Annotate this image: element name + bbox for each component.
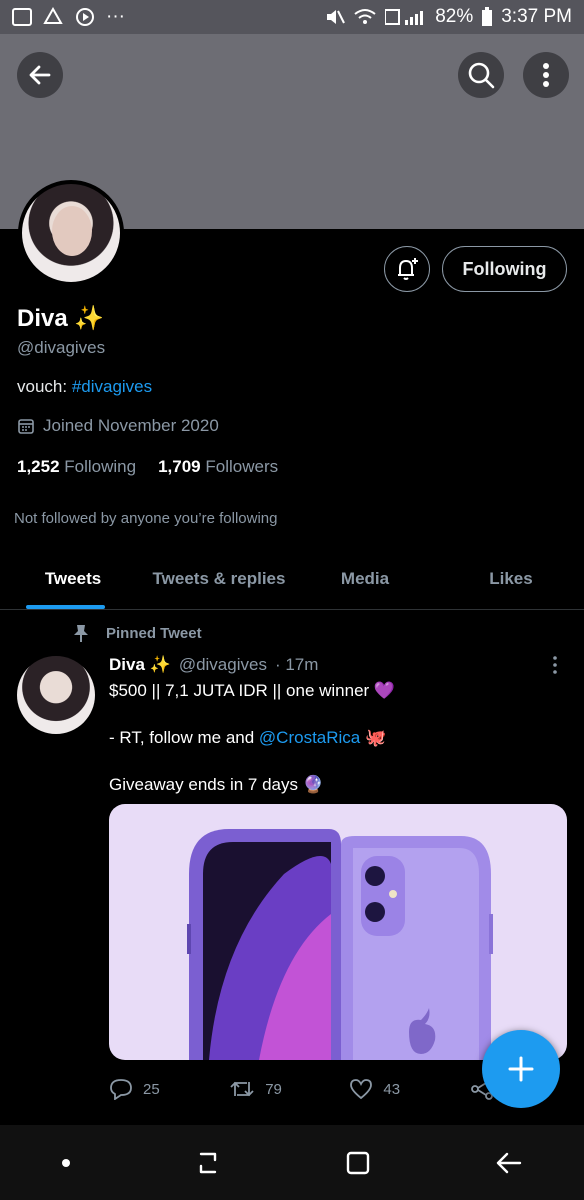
clock: 3:37 PM — [501, 6, 572, 27]
reply-icon — [110, 1079, 132, 1100]
tweet-author-handle[interactable]: @divagives — [179, 655, 267, 675]
battery-icon — [482, 7, 493, 26]
home-icon[interactable] — [343, 1148, 373, 1178]
recent-apps-icon[interactable] — [193, 1148, 223, 1178]
back-button[interactable] — [17, 52, 63, 98]
like-button[interactable]: 43 — [349, 1078, 469, 1100]
tweet-text-line-2: - RT, follow me and @CrostaRica 🐙 — [109, 728, 386, 748]
bio-text: vouch: — [17, 377, 72, 396]
battery-percent: 82% — [435, 6, 474, 27]
search-icon — [468, 62, 495, 89]
tweet-text-line-3: Giveaway ends in 7 days 🔮 — [109, 775, 324, 794]
following-label: Following — [64, 457, 137, 476]
bell-plus-icon — [398, 258, 418, 280]
pinned-text: Pinned Tweet — [106, 624, 202, 642]
pinned-label: Pinned Tweet — [72, 623, 202, 643]
tweet-more-icon[interactable] — [547, 655, 563, 675]
more-vertical-icon — [543, 63, 549, 87]
compose-tweet-button[interactable] — [482, 1030, 560, 1108]
tab-tweets-replies[interactable]: Tweets & replies — [146, 548, 292, 609]
tab-likes[interactable]: Likes — [438, 548, 584, 609]
tab-tweets[interactable]: Tweets — [0, 548, 146, 609]
status-right: 82% 3:37 PM — [325, 6, 572, 28]
followers-label: Followers — [205, 457, 279, 476]
profile-handle: @divagives — [17, 338, 106, 357]
back-nav-icon[interactable] — [494, 1148, 524, 1178]
follow-counts: 1,252 Following 1,709 Followers — [17, 457, 278, 477]
retweet-icon — [230, 1081, 254, 1097]
tweet-text-suffix: 🐙 — [360, 728, 387, 747]
status-left-icons: ··· — [12, 6, 125, 28]
tweet-author-name[interactable]: Diva ✨ — [109, 655, 171, 675]
profile-bio: vouch: #divagives — [17, 377, 152, 397]
system-nav-bar — [0, 1125, 584, 1200]
bio-hashtag[interactable]: #divagives — [72, 377, 152, 396]
mute-icon — [327, 10, 346, 24]
profile-tabs: Tweets Tweets & replies Media Likes — [0, 548, 584, 610]
signal-icon — [385, 9, 424, 25]
tweet-actions: 25 79 43 — [109, 1078, 509, 1100]
profile-name: Diva ✨ — [17, 305, 105, 332]
tweet-author-avatar[interactable] — [17, 656, 95, 734]
tab-media[interactable]: Media — [292, 548, 438, 609]
followers-count: 1,709 — [158, 457, 201, 476]
play-icon — [76, 8, 94, 26]
recycle-icon — [43, 7, 63, 24]
heart-icon — [350, 1079, 373, 1100]
wifi-icon — [354, 9, 376, 24]
following-count: 1,252 — [17, 457, 60, 476]
joined-text: Joined November 2020 — [43, 416, 219, 435]
gallery-icon — [12, 8, 32, 26]
retweet-button[interactable]: 79 — [229, 1078, 349, 1100]
following-count-link[interactable]: 1,252 Following — [17, 457, 136, 477]
retweet-count: 79 — [265, 1080, 282, 1098]
tweet-text-prefix: - RT, follow me and — [109, 728, 259, 747]
following-button[interactable]: Following — [442, 246, 567, 292]
dot-icon[interactable] — [60, 1157, 72, 1169]
phones-illustration — [187, 829, 493, 1060]
pin-icon — [74, 625, 88, 642]
mutual-followers-note: Not followed by anyone you’re following — [14, 510, 278, 527]
tweet-media-image[interactable] — [109, 804, 567, 1060]
tweet-header: Diva ✨ @divagives · 17m — [109, 655, 318, 675]
search-button[interactable] — [458, 52, 504, 98]
tweet-mention[interactable]: @CrostaRica — [259, 728, 360, 747]
followers-count-link[interactable]: 1,709 Followers — [158, 457, 278, 477]
profile-avatar[interactable] — [18, 180, 124, 286]
reply-button[interactable]: 25 — [109, 1078, 229, 1100]
more-button[interactable] — [523, 52, 569, 98]
reply-count: 25 — [143, 1080, 160, 1098]
arrow-left-icon — [29, 65, 51, 85]
like-count: 43 — [383, 1080, 401, 1098]
joined-date: Joined November 2020 — [17, 416, 219, 436]
status-bar: ··· 82% 3:37 PM — [0, 0, 584, 34]
notify-button[interactable] — [384, 246, 430, 292]
tweet-time: · 17m — [274, 655, 319, 674]
tweet-text-line-1: $500 || 7,1 JUTA IDR || one winner 💜 — [109, 681, 396, 700]
calendar-icon — [18, 419, 34, 434]
plus-icon — [508, 1056, 534, 1082]
overflow-dots: ··· — [106, 6, 125, 27]
